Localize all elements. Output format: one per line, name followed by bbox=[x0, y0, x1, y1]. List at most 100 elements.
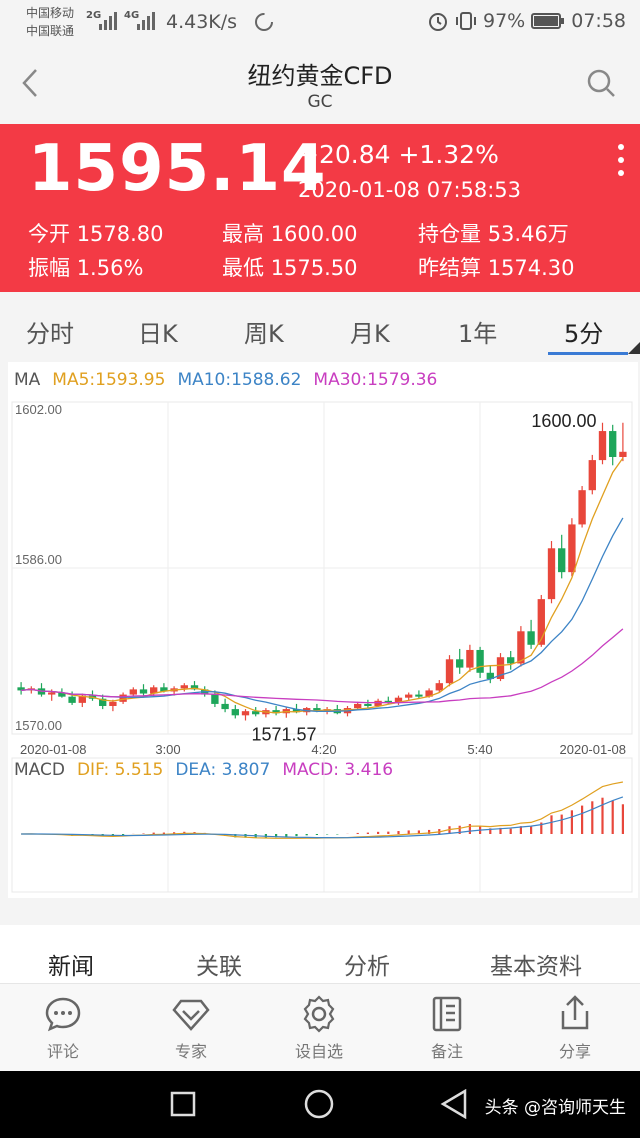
stat-high: 最高 1600.00 bbox=[222, 222, 358, 246]
period-tabs: 分时 日K 周K 月K 1年 5分 bbox=[0, 292, 640, 362]
high-annotation: 1600.00 bbox=[531, 411, 596, 431]
candle-body bbox=[364, 703, 372, 706]
quote-panel: 1595.14 +20.84 +1.32% 2020-01-08 07:58:5… bbox=[0, 124, 640, 292]
page-subtitle: GC bbox=[307, 92, 333, 112]
kline-chart[interactable]: MA MA5:1593.95 MA10:1588.62 MA30:1579.36… bbox=[8, 362, 638, 898]
network-speed: 4.43K/s bbox=[166, 11, 238, 33]
more-menu-icon[interactable] bbox=[618, 144, 626, 176]
share-icon bbox=[561, 995, 589, 1030]
candle-body bbox=[456, 659, 464, 668]
candle-body bbox=[354, 703, 362, 709]
price-change: +20.84 +1.32% bbox=[298, 140, 499, 169]
candle-body bbox=[568, 524, 576, 573]
signal-icon bbox=[99, 12, 117, 30]
alarm-icon bbox=[429, 13, 447, 31]
x-tick-label: 3:00 bbox=[155, 742, 180, 757]
page-title: 纽约黄金CFD bbox=[247, 62, 393, 90]
candle-body bbox=[598, 431, 607, 461]
candle-body bbox=[476, 649, 484, 673]
system-nav-bar: 头条 @咨询师天生 bbox=[0, 1071, 640, 1138]
tab-monthly[interactable]: 月K bbox=[350, 314, 390, 349]
signal-icon-2 bbox=[137, 12, 155, 30]
candle-body bbox=[558, 548, 566, 573]
stat-prev-settle: 昨结算 1574.30 bbox=[418, 256, 575, 280]
carrier-1: 中国移动 bbox=[26, 6, 75, 20]
candle-body bbox=[435, 683, 443, 691]
low-annotation: 1571.57 bbox=[252, 725, 317, 745]
notes-button[interactable]: 备注 bbox=[402, 994, 492, 1062]
active-tab-indicator bbox=[548, 352, 628, 355]
quote-time: 2020-01-08 07:58:53 bbox=[298, 178, 522, 202]
candle-body bbox=[180, 685, 188, 689]
battery-percent: 97% bbox=[483, 10, 526, 32]
candle-body bbox=[517, 631, 525, 664]
candle-body bbox=[507, 657, 515, 664]
candle-body bbox=[221, 703, 229, 710]
x-tick-label: 2020-01-08 bbox=[560, 742, 627, 757]
bottom-action-bar: 评论 专家 设自选 备注 分享 bbox=[0, 983, 640, 1071]
stat-amplitude: 振幅 1.56% bbox=[28, 256, 144, 280]
y-tick-label: 1586.00 bbox=[15, 552, 62, 567]
y-tick-label: 1570.00 bbox=[15, 718, 62, 733]
home-icon[interactable] bbox=[304, 1089, 334, 1119]
stat-low: 最低 1575.50 bbox=[222, 256, 358, 280]
recent-apps-icon[interactable] bbox=[170, 1091, 196, 1117]
candle-body bbox=[109, 701, 117, 706]
x-tick-label: 2020-01-08 bbox=[20, 742, 87, 757]
tab-intraday[interactable]: 分时 bbox=[26, 314, 74, 349]
chart-svg: 1602.001586.001570.002020-01-08 3:00 4:20 5… bbox=[11, 401, 633, 893]
share-button[interactable]: 分享 bbox=[530, 994, 620, 1062]
candle-body bbox=[609, 431, 617, 457]
stat-open-interest: 持仓量 53.46万 bbox=[418, 222, 569, 246]
notes-icon bbox=[432, 996, 462, 1032]
tab-related[interactable]: 关联 bbox=[196, 947, 242, 981]
tab-daily[interactable]: 日K bbox=[138, 314, 178, 349]
tab-1year[interactable]: 1年 bbox=[458, 314, 497, 349]
candle-body bbox=[231, 709, 239, 716]
candle-body bbox=[445, 659, 454, 684]
vibrate-icon bbox=[456, 12, 476, 30]
status-bar: 中国移动 中国联通 2G 4G 4.43K/s 97% 07:58 bbox=[0, 0, 640, 44]
candle-body bbox=[68, 696, 76, 703]
top-navbar: 纽约黄金CFD GC bbox=[0, 44, 640, 124]
battery-icon bbox=[531, 13, 565, 29]
tab-analysis[interactable]: 分析 bbox=[344, 947, 390, 981]
last-price: 1595.14 bbox=[28, 132, 327, 206]
tab-news[interactable]: 新闻 bbox=[48, 947, 94, 981]
comment-button[interactable]: 评论 bbox=[18, 994, 108, 1062]
tab-corner-triangle bbox=[628, 342, 640, 354]
ma10-line bbox=[21, 517, 624, 713]
candle-body bbox=[405, 694, 413, 698]
candle-body bbox=[415, 694, 423, 697]
candle-body bbox=[547, 548, 556, 600]
tab-profile[interactable]: 基本资料 bbox=[490, 947, 582, 981]
candle-body bbox=[588, 460, 596, 491]
expert-button[interactable]: 专家 bbox=[146, 994, 236, 1062]
y-tick-label: 1602.00 bbox=[15, 402, 62, 417]
x-tick-label: 5:40 bbox=[467, 742, 492, 757]
ma5-line bbox=[21, 457, 624, 714]
gear-icon bbox=[303, 995, 335, 1033]
carrier-2: 中国联通 bbox=[26, 24, 75, 38]
back-icon[interactable] bbox=[440, 1089, 468, 1119]
diamond-icon bbox=[172, 999, 210, 1031]
candle-body bbox=[129, 689, 137, 695]
sync-icon bbox=[255, 13, 273, 31]
tab-weekly[interactable]: 周K bbox=[244, 314, 284, 349]
watermark: 头条 @咨询师天生 bbox=[484, 1098, 626, 1118]
candle-body bbox=[48, 692, 56, 695]
add-watchlist-button[interactable]: 设自选 bbox=[274, 994, 364, 1062]
comment-icon bbox=[45, 997, 81, 1032]
candle-body bbox=[139, 689, 148, 694]
candle-body bbox=[578, 490, 586, 525]
dif-line bbox=[21, 781, 624, 839]
candle-body bbox=[619, 451, 627, 457]
search-icon[interactable] bbox=[586, 68, 616, 98]
candle-body bbox=[527, 631, 535, 645]
dea-line bbox=[21, 796, 624, 839]
candle-body bbox=[466, 649, 474, 668]
tab-5min[interactable]: 5分 bbox=[564, 314, 603, 349]
candle-body bbox=[211, 694, 219, 704]
info-tabs: 新闻 关联 分析 基本资料 bbox=[0, 925, 640, 983]
candle-body bbox=[119, 694, 127, 702]
